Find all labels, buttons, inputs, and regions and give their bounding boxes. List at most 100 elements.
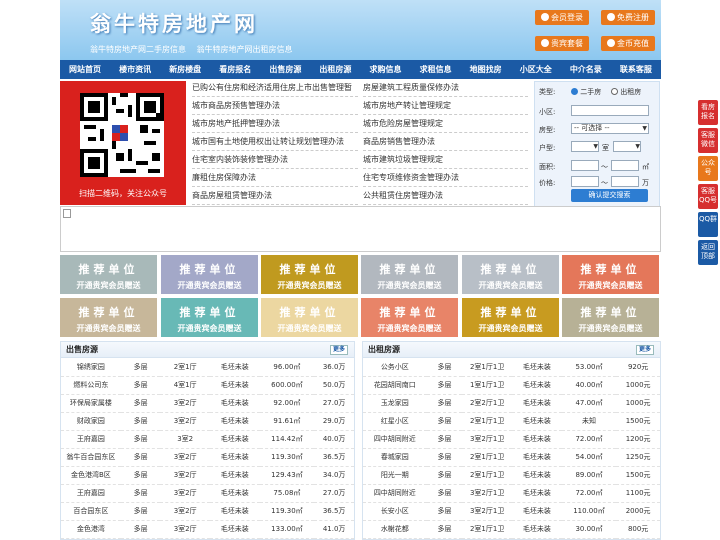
listing-row[interactable]: 王府嘉园 多层 3室2厅 毛坯未装 75.08㎡ 27.0万 — [61, 484, 354, 503]
nav-support[interactable]: 联系客服 — [611, 60, 661, 79]
cell-community[interactable]: 王府嘉园 — [61, 484, 121, 503]
listing-row[interactable]: 王府嘉园 多层 3室2 毛坯未装 114.42㎡ 40.0万 — [61, 430, 354, 449]
sublink-rent[interactable]: 翁牛特房地产网出租房信息 — [197, 45, 293, 54]
listing-row[interactable]: 四中胡同附近 多层 3室2厅1卫 毛坯未装 72.00㎡ 1200元 — [363, 430, 660, 449]
recommended-unit-tile[interactable]: 推荐单位 开通贵宾会员赠送 — [562, 255, 659, 294]
nav-new-homes[interactable]: 新房楼盘 — [160, 60, 210, 79]
news-item[interactable]: 房屋建筑工程质量保修办法 — [363, 79, 528, 97]
cell-community[interactable]: 公务小区 — [363, 358, 427, 377]
news-item[interactable]: 廉租住房保障办法 — [192, 169, 358, 187]
cell-community[interactable]: 春城家园 — [363, 448, 427, 467]
radio-rent[interactable]: 出租房 — [611, 87, 641, 97]
cell-community[interactable]: 财政家园 — [61, 412, 121, 431]
nav-home[interactable]: 网站首页 — [60, 60, 110, 79]
sale-more-link[interactable]: 更多 — [329, 345, 348, 355]
float-button[interactable]: 客服微信 — [698, 128, 718, 153]
news-item[interactable]: 城市房地产抵押管理办法 — [192, 115, 358, 133]
sublink-resale[interactable]: 翁牛特房地产网二手房信息 — [90, 45, 186, 54]
recommended-unit-tile[interactable]: 推荐单位 开通贵宾会员赠送 — [60, 298, 157, 337]
login-button[interactable]: 会员登录 — [535, 10, 589, 25]
recommended-unit-tile[interactable]: 推荐单位 开通贵宾会员赠送 — [462, 255, 559, 294]
cell-community[interactable]: 金色港湾B区 — [61, 466, 121, 485]
cell-community[interactable]: 翁牛百合园东区 — [61, 448, 121, 467]
search-submit-button[interactable]: 确认提交搜索 — [571, 189, 648, 202]
listing-row[interactable]: 财政家园 多层 3室2厅 毛坯未装 91.61㎡ 29.0万 — [61, 412, 354, 431]
listing-row[interactable]: 春城家园 多层 2室1厅1卫 毛坯未装 54.00㎡ 1250元 — [363, 448, 660, 467]
cell-community[interactable]: 花园胡同南口 — [363, 376, 427, 395]
recommended-unit-tile[interactable]: 推荐单位 开通贵宾会员赠送 — [462, 298, 559, 337]
listing-row[interactable]: 花园胡同南口 多层 1室1厅1卫 毛坯未装 40.00㎡ 1000元 — [363, 376, 660, 395]
cell-community[interactable]: 环保局家属楼 — [61, 394, 121, 413]
listing-row[interactable]: 翁牛百合园东区 多层 3室2厅 毛坯未装 119.30㎡ 36.5万 — [61, 448, 354, 467]
rent-more-link[interactable]: 更多 — [635, 345, 654, 355]
nav-communities[interactable]: 小区大全 — [511, 60, 561, 79]
recommended-unit-tile[interactable]: 推荐单位 开通贵宾会员赠送 — [60, 255, 157, 294]
nav-agents[interactable]: 中介名录 — [561, 60, 611, 79]
listing-row[interactable]: 公务小区 多层 2室1厅1卫 毛坯未装 53.00㎡ 920元 — [363, 358, 660, 377]
news-item[interactable]: 公共租赁住房管理办法 — [363, 187, 528, 205]
cell-community[interactable]: 王府嘉园 — [61, 430, 121, 449]
news-item[interactable]: 城市国有土地使用权出让转让规划管理办法 — [192, 133, 358, 151]
listing-row[interactable]: 玉龙家园 多层 2室2厅1卫 毛坯未装 47.00㎡ 1000元 — [363, 394, 660, 413]
nav-wanted-rent[interactable]: 求租信息 — [411, 60, 461, 79]
nav-map-search[interactable]: 地图找房 — [461, 60, 511, 79]
news-item[interactable]: 城市建筑垃圾管理规定 — [363, 151, 528, 169]
nav-news[interactable]: 楼市资讯 — [110, 60, 160, 79]
news-item[interactable]: 住宅室内装饰装修管理办法 — [192, 151, 358, 169]
cell-community[interactable]: 四中胡同附近 — [363, 430, 427, 449]
cell-community[interactable]: 百合园东区 — [61, 502, 121, 521]
cell-community[interactable]: 金色港湾 — [61, 520, 121, 539]
nav-for-sale[interactable]: 出售房源 — [260, 60, 310, 79]
nav-for-rent[interactable]: 出租房源 — [310, 60, 360, 79]
cell-community[interactable]: 红星小区 — [363, 412, 427, 431]
float-button[interactable]: 返回顶部 — [698, 240, 718, 265]
news-item[interactable]: 城市房地产转让管理规定 — [363, 97, 528, 115]
site-logo[interactable]: 翁牛特房地产网 — [90, 8, 258, 38]
news-item[interactable]: 住宅专项维修资金管理办法 — [363, 169, 528, 187]
radio-resale[interactable]: 二手房 — [571, 87, 601, 97]
recommended-unit-tile[interactable]: 推荐单位 开通贵宾会员赠送 — [161, 255, 258, 294]
cell-community[interactable]: 锦绣家园 — [61, 358, 121, 377]
listing-row[interactable]: 金色港湾 多层 3室2厅 毛坯未装 133.00㎡ 41.0万 — [61, 520, 354, 539]
news-item[interactable]: 商品房销售管理办法 — [363, 133, 528, 151]
cell-community[interactable]: 四中胡同附近 — [363, 484, 427, 503]
listing-row[interactable]: 百合园东区 多层 3室2厅 毛坯未装 119.30㎡ 36.5万 — [61, 502, 354, 521]
listing-row[interactable]: 长安小区 多层 3室2厅1卫 毛坯未装 110.00㎡ 2000元 — [363, 502, 660, 521]
cell-community[interactable]: 长安小区 — [363, 502, 427, 521]
cell-community[interactable]: 阳光一期 — [363, 466, 427, 485]
ad-banner[interactable] — [60, 206, 661, 252]
listing-row[interactable]: 锦绣家园 多层 2室1厅 毛坯未装 96.00㎡ 36.0万 — [61, 358, 354, 377]
listing-row[interactable]: 金色港湾B区 多层 3室2厅 毛坯未装 129.43㎡ 34.0万 — [61, 466, 354, 485]
room-select[interactable]: -- 可选择 -- ▼ — [571, 123, 649, 134]
float-button[interactable]: 客服QQ号 — [698, 184, 718, 209]
news-item[interactable]: 城市商品房预售管理办法 — [192, 97, 358, 115]
vip-package-button[interactable]: 贵宾套餐 — [535, 36, 589, 51]
recharge-button[interactable]: 金币充值 — [601, 36, 655, 51]
hall-count-select[interactable]: ▼ — [613, 141, 641, 152]
cell-community[interactable]: 燃料公司东 — [61, 376, 121, 395]
room-count-select[interactable]: ▼ — [571, 141, 599, 152]
price-min-input[interactable] — [571, 176, 599, 187]
nav-wanted-buy[interactable]: 求购信息 — [360, 60, 410, 79]
float-button[interactable]: QQ群 — [698, 212, 718, 237]
recommended-unit-tile[interactable]: 推荐单位 开通贵宾会员赠送 — [361, 255, 458, 294]
recommended-unit-tile[interactable]: 推荐单位 开通贵宾会员赠送 — [261, 298, 358, 337]
listing-row[interactable]: 四中胡同附近 多层 3室2厅1卫 毛坯未装 72.00㎡ 1100元 — [363, 484, 660, 503]
listing-row[interactable]: 水榭花都 多层 2室1厅1卫 毛坯未装 30.00㎡ 800元 — [363, 520, 660, 539]
cell-community[interactable]: 玉龙家园 — [363, 394, 427, 413]
float-button[interactable]: 看房报名 — [698, 100, 718, 125]
price-max-input[interactable] — [611, 176, 639, 187]
area-max-input[interactable] — [611, 160, 639, 171]
nav-viewing-signup[interactable]: 看房报名 — [210, 60, 260, 79]
recommended-unit-tile[interactable]: 推荐单位 开通贵宾会员赠送 — [261, 255, 358, 294]
cell-community[interactable]: 水榭花都 — [363, 520, 427, 539]
float-button[interactable]: 公众号 — [698, 156, 718, 181]
recommended-unit-tile[interactable]: 推荐单位 开通贵宾会员赠送 — [161, 298, 258, 337]
news-item[interactable]: 城市危险房屋管理规定 — [363, 115, 528, 133]
listing-row[interactable]: 环保局家属楼 多层 3室2厅 毛坯未装 92.00㎡ 27.0万 — [61, 394, 354, 413]
register-button[interactable]: 免费注册 — [601, 10, 655, 25]
news-item[interactable]: 商品房屋租赁管理办法 — [192, 187, 358, 205]
area-min-input[interactable] — [571, 160, 599, 171]
listing-row[interactable]: 阳光一期 多层 2室1厅1卫 毛坯未装 89.00㎡ 1500元 — [363, 466, 660, 485]
recommended-unit-tile[interactable]: 推荐单位 开通贵宾会员赠送 — [361, 298, 458, 337]
